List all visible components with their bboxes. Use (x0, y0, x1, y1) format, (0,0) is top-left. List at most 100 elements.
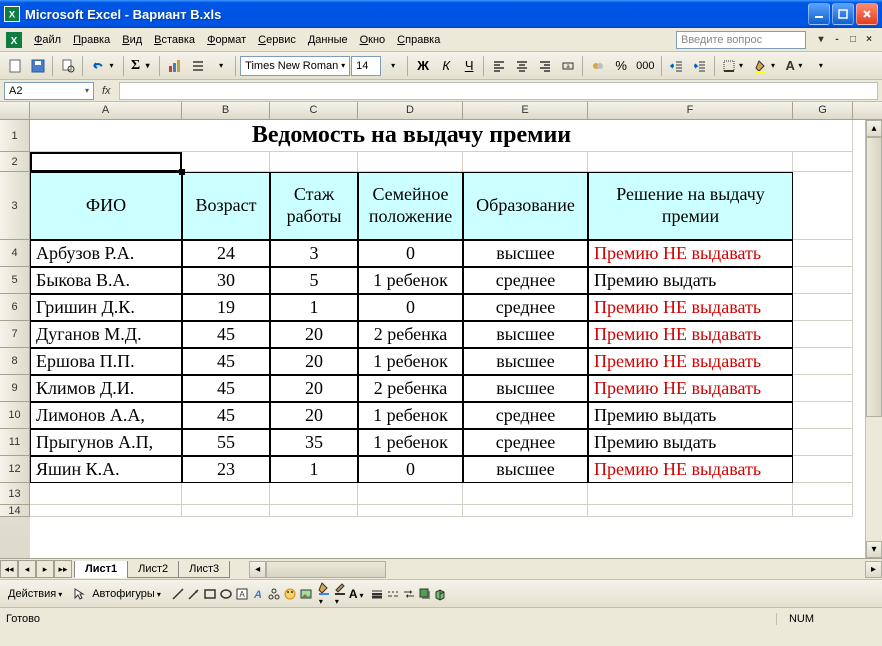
cell-G8[interactable] (793, 348, 853, 375)
cell-E10[interactable]: среднее (463, 402, 588, 429)
currency-icon[interactable] (587, 55, 609, 77)
arrow-icon[interactable] (187, 587, 201, 601)
oval-icon[interactable] (219, 587, 233, 601)
row-header-3[interactable]: 3 (0, 172, 30, 240)
cell-A2[interactable] (30, 152, 182, 172)
cell-B14[interactable] (182, 505, 270, 517)
row-header-10[interactable]: 10 (0, 402, 30, 429)
cell-E13[interactable] (463, 483, 588, 505)
row-header-8[interactable]: 8 (0, 348, 30, 375)
cell-C7[interactable]: 20 (270, 321, 358, 348)
cell-A5[interactable]: Быкова В.А. (30, 267, 182, 294)
cell-G10[interactable] (793, 402, 853, 429)
shadow-icon[interactable] (418, 587, 432, 601)
cell-G5[interactable] (793, 267, 853, 294)
cell-D8[interactable]: 1 ребенок (358, 348, 463, 375)
cell-A12[interactable]: Яшин К.А. (30, 456, 182, 483)
merge-center-icon[interactable]: a (557, 55, 579, 77)
bold-button[interactable]: Ж (412, 55, 434, 77)
cell-E11[interactable]: среднее (463, 429, 588, 456)
cell-E9[interactable]: высшее (463, 375, 588, 402)
cell-B5[interactable]: 30 (182, 267, 270, 294)
cell-G12[interactable] (793, 456, 853, 483)
cell-B4[interactable]: 24 (182, 240, 270, 267)
cell-G11[interactable] (793, 429, 853, 456)
cell-A7[interactable]: Дуганов М.Д. (30, 321, 182, 348)
line-style-icon[interactable] (370, 587, 384, 601)
column-header-F[interactable]: F (588, 102, 793, 119)
cell-C10[interactable]: 20 (270, 402, 358, 429)
header-cell-F[interactable]: Решение на выдачу премии (588, 172, 793, 240)
cell-E14[interactable] (463, 505, 588, 517)
font-name-select[interactable]: Times New Roman▾ (240, 56, 350, 76)
line-icon[interactable] (171, 587, 185, 601)
cell-C2[interactable] (270, 152, 358, 172)
cell-C6[interactable]: 1 (270, 294, 358, 321)
cell-G4[interactable] (793, 240, 853, 267)
wordart-icon[interactable]: A (251, 587, 265, 601)
row-header-2[interactable]: 2 (0, 152, 30, 172)
percent-icon[interactable]: % (610, 55, 632, 77)
print-preview-icon[interactable] (57, 55, 79, 77)
cell-B10[interactable]: 45 (182, 402, 270, 429)
cell-A13[interactable] (30, 483, 182, 505)
header-cell-A[interactable]: ФИО (30, 172, 182, 240)
cell-F14[interactable] (588, 505, 793, 517)
toolbar-overflow-icon[interactable]: ▾ (210, 55, 232, 77)
cell-A14[interactable] (30, 505, 182, 517)
cell-C14[interactable] (270, 505, 358, 517)
row-header-14[interactable]: 14 (0, 505, 30, 517)
new-file-icon[interactable] (4, 55, 26, 77)
align-right-icon[interactable] (534, 55, 556, 77)
scroll-down-icon[interactable]: ▾ (866, 541, 882, 558)
column-header-C[interactable]: C (270, 102, 358, 119)
cell-A9[interactable]: Климов Д.И. (30, 375, 182, 402)
cell-F7[interactable]: Премию НЕ выдавать (588, 321, 793, 348)
cell-C5[interactable]: 5 (270, 267, 358, 294)
maximize-button[interactable] (832, 3, 854, 25)
cell-B7[interactable]: 45 (182, 321, 270, 348)
font-color-icon[interactable]: А▾ (783, 55, 809, 77)
help-question-input[interactable]: Введите вопрос (676, 31, 806, 49)
cell-D5[interactable]: 1 ребенок (358, 267, 463, 294)
fill-color-icon[interactable]: ▾ (751, 55, 782, 77)
cell-B12[interactable]: 23 (182, 456, 270, 483)
textbox-icon[interactable]: A (235, 587, 249, 601)
cell-G6[interactable] (793, 294, 853, 321)
sheet-tab-1[interactable]: Лист1 (74, 561, 128, 578)
dash-style-icon[interactable] (386, 587, 400, 601)
cell-A6[interactable]: Гришин Д.К. (30, 294, 182, 321)
fill-color-draw-icon[interactable]: ▾ (317, 581, 331, 607)
cell-G9[interactable] (793, 375, 853, 402)
menu-вставка[interactable]: Вставка (148, 32, 201, 48)
header-cell-D[interactable]: Семейное положение (358, 172, 463, 240)
decrease-indent-icon[interactable] (666, 55, 688, 77)
cell-D12[interactable]: 0 (358, 456, 463, 483)
header-cell-E[interactable]: Образование (463, 172, 588, 240)
cell-C8[interactable]: 20 (270, 348, 358, 375)
minimize-button[interactable] (808, 3, 830, 25)
tab-nav-first-icon[interactable]: ◂◂ (0, 560, 18, 578)
cell-C9[interactable]: 20 (270, 375, 358, 402)
cell-F10[interactable]: Премию выдать (588, 402, 793, 429)
cell-E2[interactable] (463, 152, 588, 172)
cell-E5[interactable]: среднее (463, 267, 588, 294)
3d-icon[interactable] (434, 587, 448, 601)
doc-close-button[interactable]: × (862, 33, 876, 47)
cell-E4[interactable]: высшее (463, 240, 588, 267)
select-objects-icon[interactable] (72, 587, 86, 601)
row-header-6[interactable]: 6 (0, 294, 30, 321)
cell-F5[interactable]: Премию выдать (588, 267, 793, 294)
doc-minimize-button[interactable]: ▾ (814, 33, 828, 47)
menu-формат[interactable]: Формат (201, 32, 252, 48)
menu-окно[interactable]: Окно (354, 32, 392, 48)
cell-F11[interactable]: Премию выдать (588, 429, 793, 456)
arrow-style-icon[interactable] (402, 587, 416, 601)
sheet-tab-3[interactable]: Лист3 (178, 561, 230, 578)
cell-D11[interactable]: 1 ребенок (358, 429, 463, 456)
autosum-icon[interactable]: Σ▾ (128, 55, 156, 77)
chart-icon[interactable] (164, 55, 186, 77)
menu-данные[interactable]: Данные (302, 32, 354, 48)
picture-icon[interactable] (299, 587, 313, 601)
column-header-G[interactable]: G (793, 102, 853, 119)
